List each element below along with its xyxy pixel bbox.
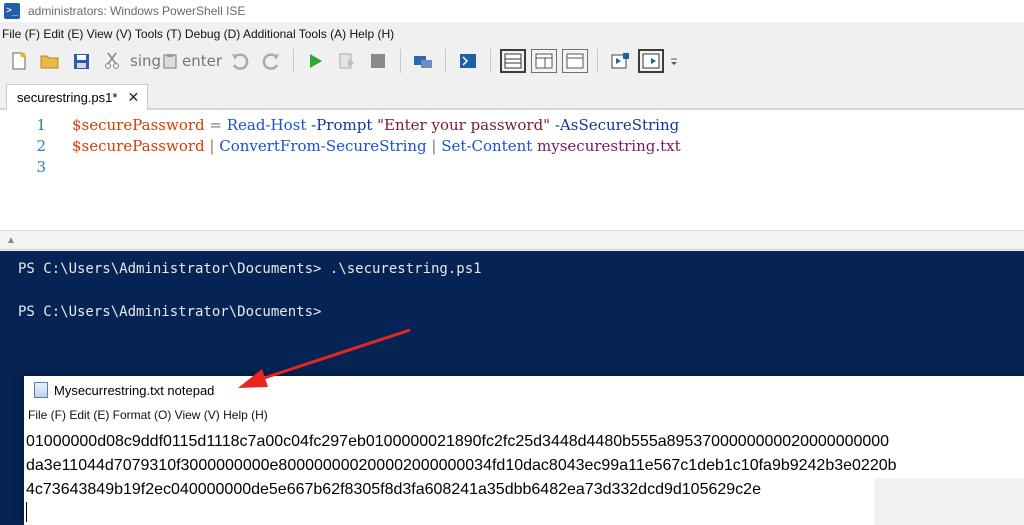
token-string: "Enter your password" xyxy=(372,115,551,134)
notepad-empty-area xyxy=(874,478,1024,525)
code-line: 3 xyxy=(0,156,72,177)
toolbar-separator xyxy=(597,49,599,73)
pane-splitter[interactable]: ▲ xyxy=(0,230,1024,250)
layout-max-icon xyxy=(566,53,584,69)
clipboard-icon xyxy=(163,54,177,69)
token-operator: | xyxy=(426,136,442,155)
run-selection-button[interactable] xyxy=(334,48,360,74)
toolbar-separator xyxy=(445,49,447,73)
notepad-title-bar: Mysecurrestring.txt notepad xyxy=(24,376,1024,404)
save-button[interactable] xyxy=(68,48,94,74)
toolbar-separator xyxy=(293,49,295,73)
toolbar-separator xyxy=(490,49,492,73)
show-script-pane-button[interactable] xyxy=(607,48,633,74)
toolbar-separator xyxy=(400,49,402,73)
run-script-button[interactable] xyxy=(303,48,329,74)
token-operator: = xyxy=(204,115,227,134)
remote-powershell-button[interactable] xyxy=(410,48,436,74)
sing-label: sing xyxy=(130,52,162,70)
toolbar-overflow-button[interactable] xyxy=(669,48,679,74)
notepad-text-line: 4c73643849b19f2ec040000000de5e667b62f830… xyxy=(26,481,761,498)
title-bar: >_ administrators: Windows PowerShell IS… xyxy=(0,0,1024,22)
line-number: 3 xyxy=(36,157,46,176)
tab-securestring[interactable]: securestring.ps1* ✕ xyxy=(6,84,149,110)
copy-button[interactable]: sing xyxy=(130,48,177,74)
notepad-menu-bar[interactable]: File (F) Edit (E) Format (O) View (V) He… xyxy=(28,408,268,422)
open-file-button[interactable] xyxy=(37,48,63,74)
commands-icon xyxy=(642,53,660,69)
token-variable: $securePassword xyxy=(72,136,205,155)
paste-button[interactable]: enter xyxy=(182,48,222,74)
line-number: 2 xyxy=(36,136,46,155)
text-cursor xyxy=(26,502,27,522)
token-parameter: -Prompt xyxy=(306,115,373,134)
token-variable: $securePassword xyxy=(72,115,205,134)
powershell-console-icon xyxy=(460,54,477,68)
menu-bar: File (F) Edit (E) View (V) Tools (T) Deb… xyxy=(0,24,1024,44)
collapse-caret-icon[interactable]: ▲ xyxy=(6,235,16,246)
enter-label: enter xyxy=(182,52,223,70)
play-icon xyxy=(310,54,323,68)
notepad-title: Mysecurrestring.txt notepad xyxy=(54,382,215,398)
notepad-window: Mysecurrestring.txt notepad File (F) Edi… xyxy=(24,376,1024,525)
menu-items[interactable]: File (F) Edit (E) View (V) Tools (T) Deb… xyxy=(2,27,394,41)
console-line: PS C:\Users\Administrator\Documents> .\s… xyxy=(18,261,482,277)
token-operator: | xyxy=(204,136,220,155)
token-cmdlet: Read-Host xyxy=(226,115,307,134)
notepad-text-line: da3e11044d7079310f3000000000e80000000020… xyxy=(26,457,897,474)
undo-icon xyxy=(232,53,249,70)
token-cmdlet: ConvertFrom-SecureString xyxy=(219,136,427,155)
scissors-icon xyxy=(105,52,119,69)
redo-button[interactable] xyxy=(258,48,284,74)
layout-top-icon xyxy=(504,53,522,69)
remote-icon xyxy=(414,56,433,68)
console-prompt: PS C:\Users\Administrator\Documents> xyxy=(18,304,322,320)
run-selection-icon xyxy=(339,53,355,69)
token-cmdlet: Set-Content xyxy=(441,136,533,155)
tab-label: securestring.ps1* xyxy=(17,90,118,105)
redo-icon xyxy=(262,53,280,70)
chevron-down-icon xyxy=(671,58,678,65)
console-button[interactable] xyxy=(455,48,481,74)
layout-max-button[interactable] xyxy=(562,49,589,73)
folder-icon xyxy=(40,55,59,69)
notepad-icon xyxy=(34,382,48,398)
layout-top-button[interactable] xyxy=(500,49,527,73)
layout-right-icon xyxy=(535,53,553,69)
undo-button[interactable] xyxy=(227,48,253,74)
script-editor[interactable]: 1 $securePassword = Read-Host -Prompt "En… xyxy=(0,110,1024,230)
script-pane-icon xyxy=(611,53,630,69)
new-file-button[interactable] xyxy=(6,48,32,74)
script-tab-row: securestring.ps1* ✕ xyxy=(0,82,1024,110)
close-icon[interactable]: ✕ xyxy=(127,89,139,106)
save-icon xyxy=(73,53,89,69)
powershell-icon: >_ xyxy=(4,3,20,19)
notepad-text-line: 01000000d08c9ddf0115d1118c7a00c04fc297eb… xyxy=(26,433,890,450)
toolbar: sing enter xyxy=(0,44,1024,78)
token-parameter: -AsSecureString xyxy=(550,115,680,134)
code-line: 1 $securePassword = Read-Host -Prompt "En… xyxy=(0,114,679,135)
new-file-icon xyxy=(12,52,26,70)
show-commands-button[interactable] xyxy=(638,49,665,73)
stop-button[interactable] xyxy=(365,48,391,74)
stop-icon xyxy=(371,54,386,68)
code-line: 2 $securePassword | ConvertFrom-SecureStr… xyxy=(0,135,681,156)
window-title: administrators: Windows PowerShell ISE xyxy=(28,4,246,18)
layout-right-button[interactable] xyxy=(531,49,558,73)
line-number: 1 xyxy=(36,115,46,134)
cut-button[interactable] xyxy=(99,48,125,74)
token-argument: mysecurestring.txt xyxy=(532,136,681,155)
